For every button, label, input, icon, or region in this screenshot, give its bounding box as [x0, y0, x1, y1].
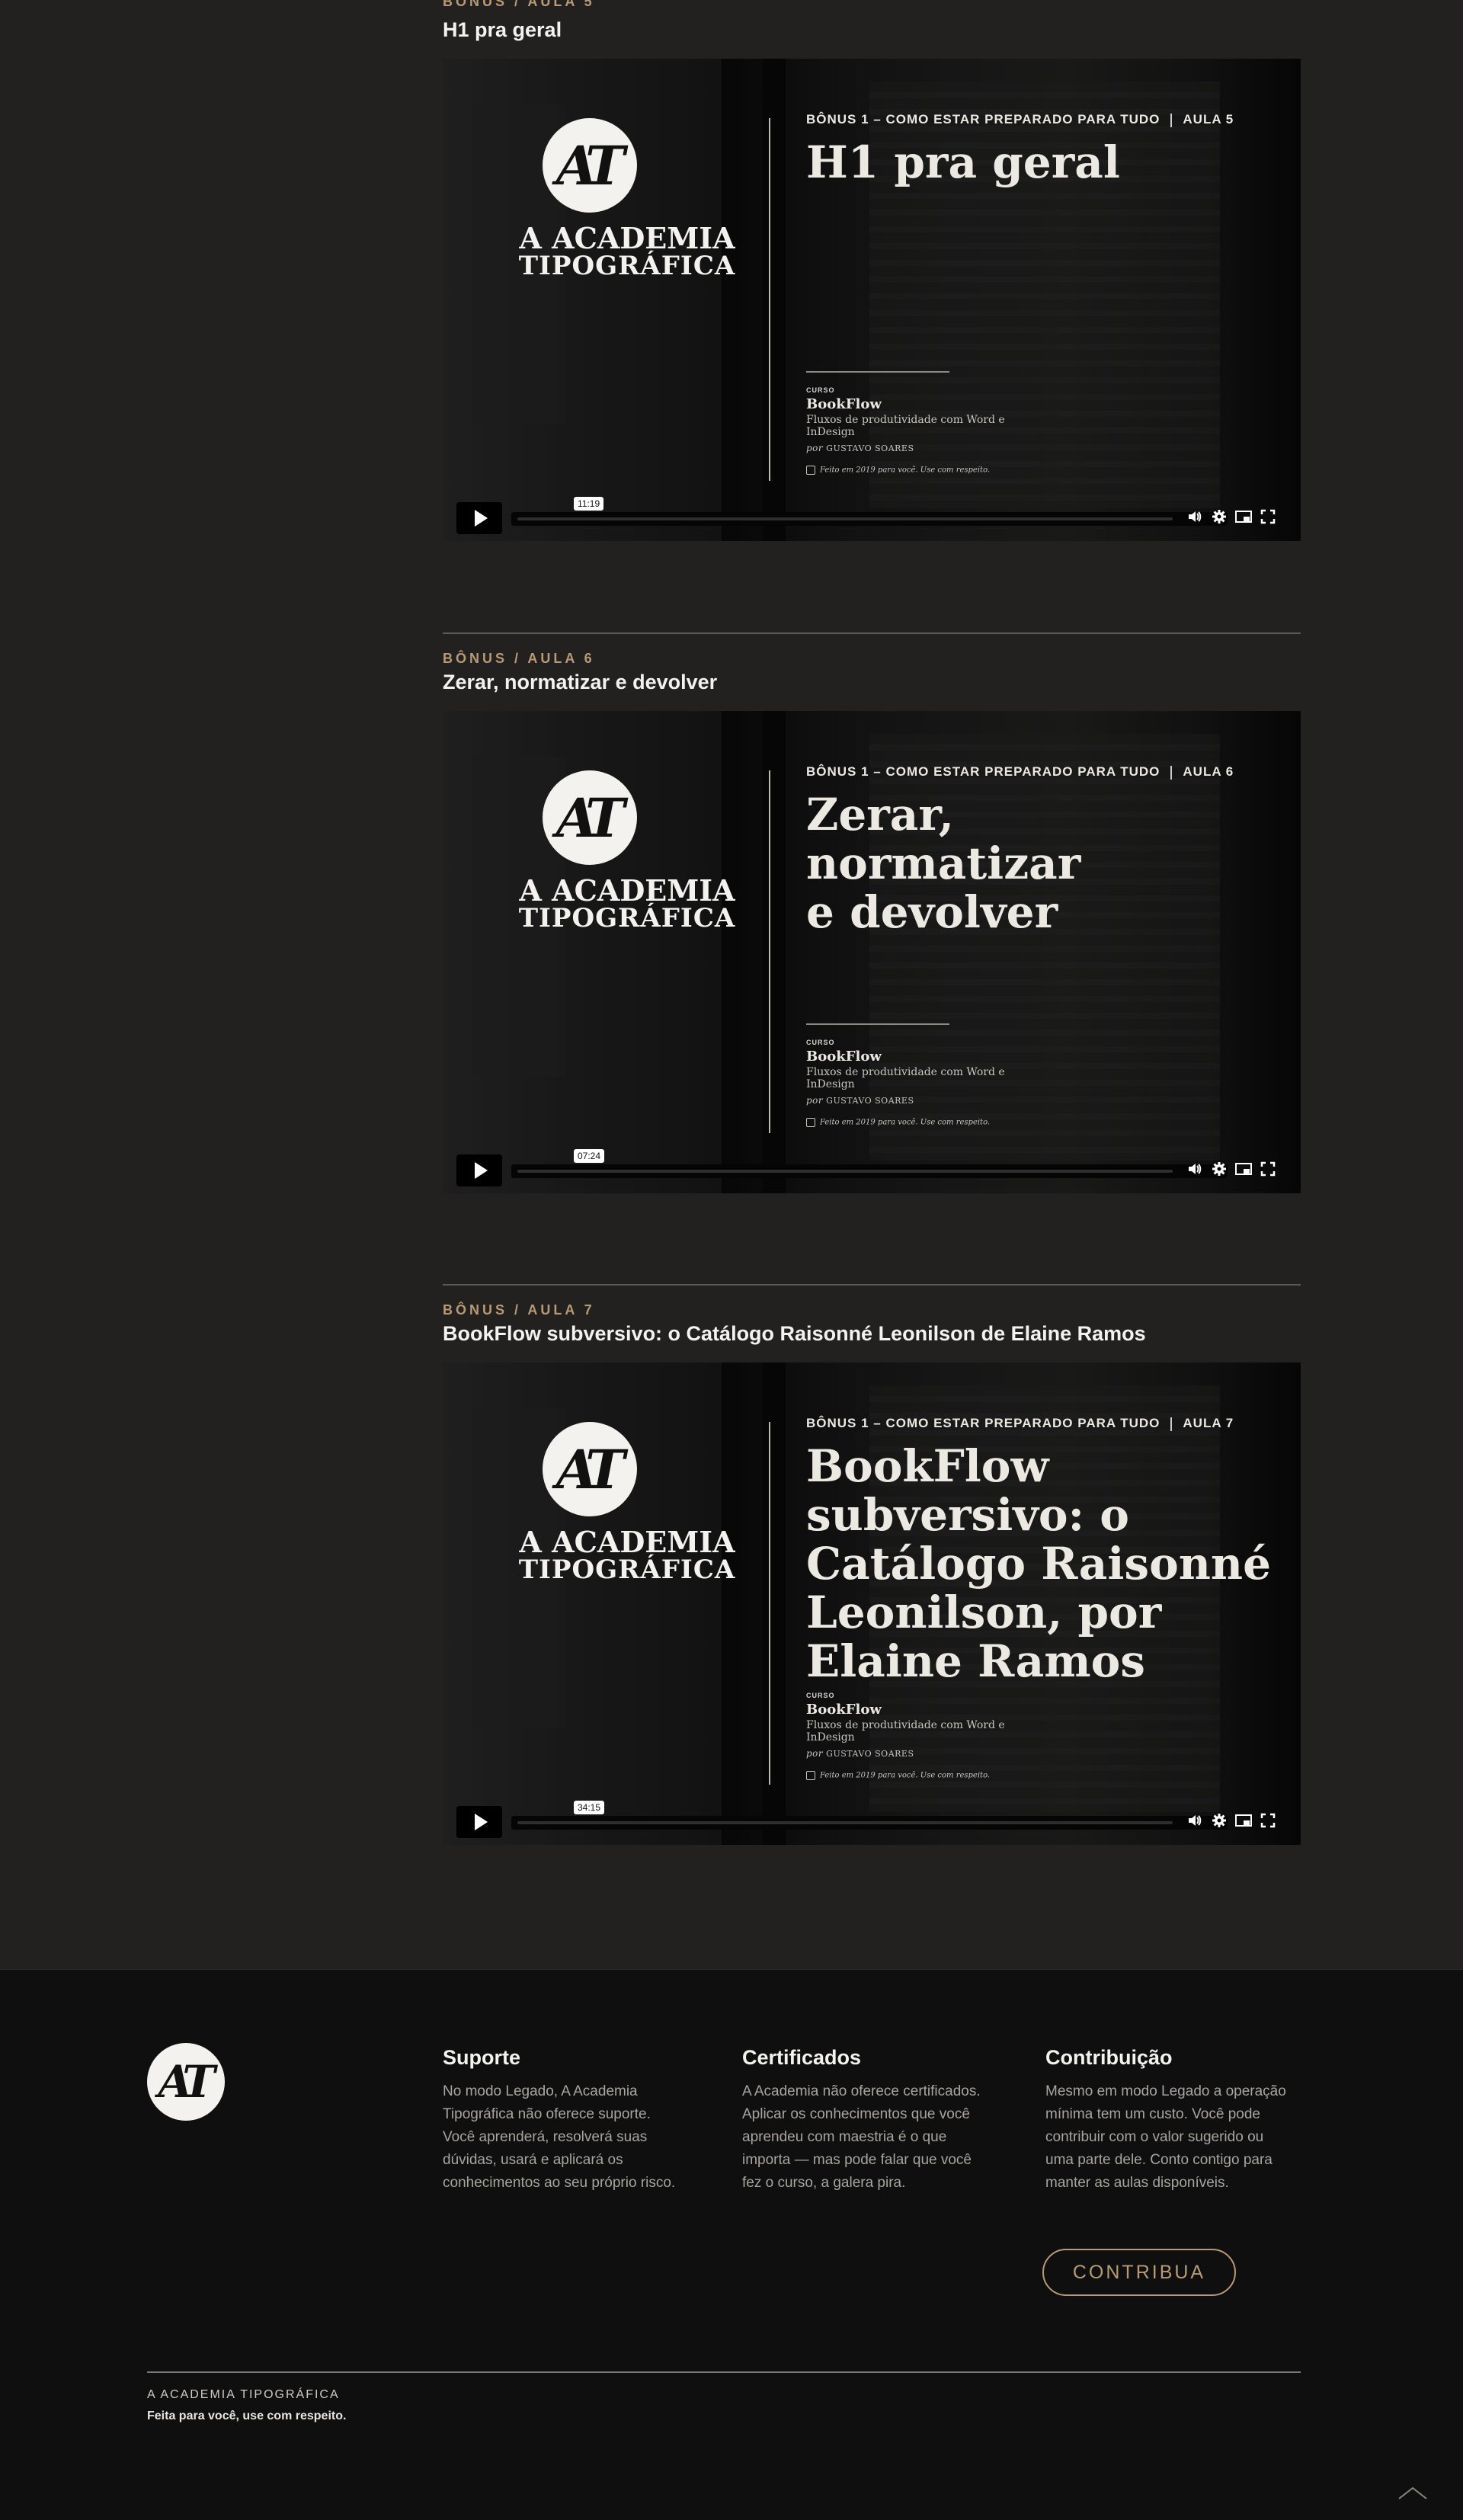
lesson-kicker: BÔNUS / AULA 5 [443, 0, 595, 9]
volume-icon[interactable] [1186, 1161, 1203, 1177]
pip-icon[interactable] [1235, 1161, 1252, 1177]
footer-logo[interactable]: AT [147, 2043, 225, 2121]
contribution-heading: Contribuição [1045, 2046, 1173, 2069]
academia-brand: A ACADEMIA TIPOGRÁFICA [518, 873, 736, 933]
lesson-kicker: BÔNUS / AULA 7 [443, 1302, 595, 1318]
fullscreen-icon[interactable] [1260, 1161, 1276, 1177]
volume-icon[interactable] [1186, 1812, 1203, 1829]
back-to-top-icon[interactable] [1397, 2483, 1428, 2502]
play-button[interactable] [456, 1154, 502, 1186]
settings-icon[interactable] [1211, 1812, 1228, 1829]
lesson-kicker: BÔNUS / AULA 6 [443, 651, 595, 666]
note-icon [806, 466, 815, 475]
lesson-list: BÔNUS / AULA 5 H1 pra geral AT A ACADEMI… [0, 0, 1463, 1969]
video-module-heading: BÔNUS 1 – COMO ESTAR PREPARADO PARA TUDO… [806, 112, 1234, 127]
play-button[interactable] [456, 1806, 502, 1838]
video-controls: 11:19 [443, 497, 1301, 534]
play-button[interactable] [456, 502, 502, 534]
footer-support: Suporte No modo Legado, A Academia Tipog… [443, 2046, 687, 2195]
academia-logo: AT [543, 1422, 637, 1516]
contribution-text: Mesmo em modo Legado a operação mínima t… [1045, 2083, 1286, 2191]
lesson-divider [443, 632, 1301, 634]
video-player[interactable]: AT A ACADEMIA TIPOGRÁFICA BÔNUS 1 – COMO… [443, 711, 1301, 1193]
pip-icon[interactable] [1235, 1812, 1252, 1829]
lesson-title: H1 pra geral [443, 18, 562, 41]
video-module-heading: BÔNUS 1 – COMO ESTAR PREPARADO PARA TUDO… [806, 764, 1234, 780]
footer-contribution: Contribuição Mesmo em modo Legado a oper… [1045, 2046, 1289, 2195]
contribute-button[interactable]: CONTRIBUA [1042, 2249, 1236, 2296]
video-controls: 07:24 [443, 1149, 1301, 1186]
progress-bar[interactable]: 07:24 [511, 1149, 1228, 1178]
video-duration: 11:19 [574, 497, 604, 511]
support-text: No modo Legado, A Academia Tipográfica n… [443, 2083, 676, 2191]
volume-icon[interactable] [1186, 508, 1203, 525]
video-player[interactable]: AT A ACADEMIA TIPOGRÁFICA BÔNUS 1 – COMO… [443, 1362, 1301, 1845]
settings-icon[interactable] [1211, 1161, 1228, 1177]
academia-logo: AT [543, 118, 637, 213]
video-duration: 07:24 [574, 1149, 605, 1163]
note-icon [806, 1771, 815, 1780]
lesson-divider [443, 1284, 1301, 1286]
video-module-heading: BÔNUS 1 – COMO ESTAR PREPARADO PARA TUDO… [806, 1416, 1234, 1431]
certificates-heading: Certificados [742, 2046, 862, 2069]
settings-icon[interactable] [1211, 508, 1228, 525]
footer-tagline: Feita para você, use com respeito. [147, 2410, 347, 2422]
video-title: Zerar, normatizar e devolver [806, 789, 1081, 938]
note-icon [806, 1118, 815, 1127]
video-title: H1 pra geral [806, 136, 1120, 188]
fullscreen-icon[interactable] [1260, 508, 1276, 525]
academia-brand: A ACADEMIA TIPOGRÁFICA [518, 221, 736, 281]
footer-divider [147, 2371, 1301, 2373]
video-controls: 34:15 [443, 1801, 1301, 1838]
lesson-title: Zerar, normatizar e devolver [443, 671, 718, 693]
academia-logo: AT [543, 770, 637, 865]
support-heading: Suporte [443, 2046, 521, 2069]
video-title: BookFlow subversivo: o Catálogo Raisonné… [806, 1440, 1271, 1687]
academia-brand: A ACADEMIA TIPOGRÁFICA [518, 1525, 736, 1585]
fullscreen-icon[interactable] [1260, 1812, 1276, 1829]
pip-icon[interactable] [1235, 508, 1252, 525]
footer-certificates: Certificados A Academia não oferece cert… [742, 2046, 986, 2195]
site-footer: AT Suporte No modo Legado, A Academia Ti… [0, 1969, 1463, 2520]
certificates-text: A Academia não oferece certificados. Apl… [742, 2083, 981, 2191]
progress-bar[interactable]: 34:15 [511, 1801, 1228, 1830]
video-course-info: CURSO BookFlow Fluxos de produtividade c… [806, 1692, 1005, 1780]
video-course-info: CURSO BookFlow Fluxos de produtividade c… [806, 1023, 1020, 1127]
video-player[interactable]: AT A ACADEMIA TIPOGRÁFICA BÔNUS 1 – COMO… [443, 59, 1301, 541]
footer-brand: A ACADEMIA TIPOGRÁFICA [147, 2388, 340, 2401]
lesson-title: BookFlow subversivo: o Catálogo Raisonné… [443, 1322, 1146, 1345]
video-duration: 34:15 [574, 1801, 605, 1814]
video-course-info: CURSO BookFlow Fluxos de produtividade c… [806, 371, 1020, 475]
progress-bar[interactable]: 11:19 [511, 497, 1228, 526]
